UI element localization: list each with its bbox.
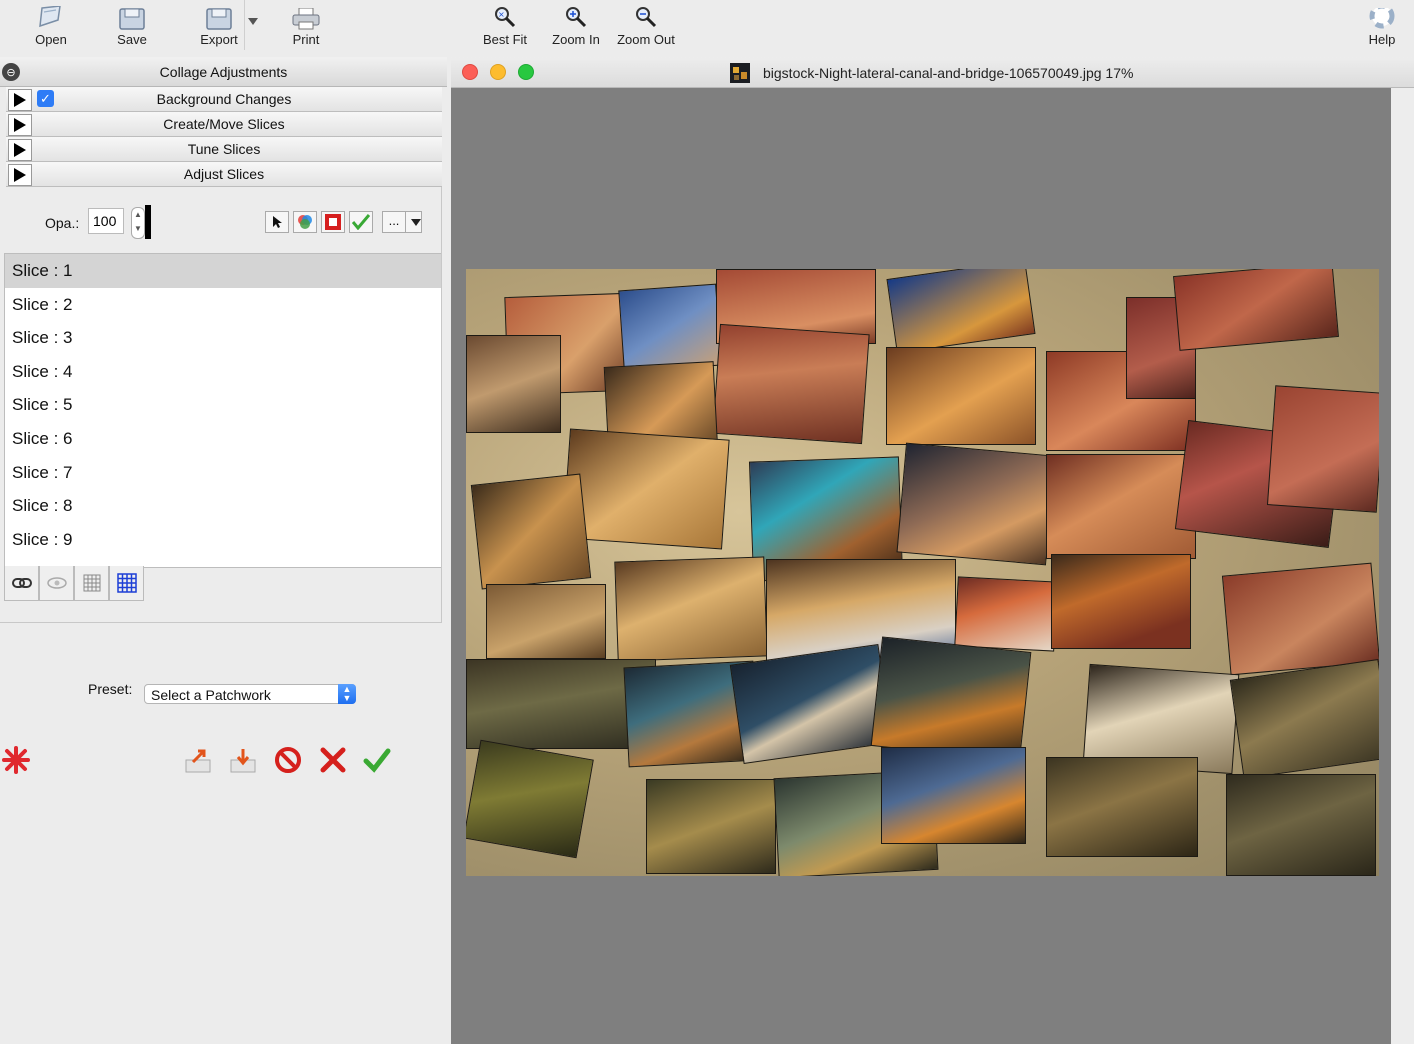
background-changes-checkbox[interactable]: ✓ bbox=[37, 90, 54, 107]
lifebuoy-icon bbox=[1369, 0, 1395, 30]
prohibited-icon bbox=[275, 747, 301, 773]
save-button[interactable]: Save bbox=[112, 0, 152, 56]
panel-border bbox=[441, 187, 442, 623]
list-item[interactable]: Slice : 7 bbox=[5, 456, 441, 490]
pointer-tool-button[interactable] bbox=[265, 211, 289, 233]
panel-divider bbox=[0, 622, 442, 623]
section-label: Adjust Slices bbox=[183, 166, 265, 182]
opacity-label: Opa.: bbox=[45, 215, 80, 231]
apply-tool-button[interactable] bbox=[349, 211, 373, 233]
frame-tool-button[interactable] bbox=[321, 211, 345, 233]
preset-value: Select a Patchwork bbox=[151, 687, 271, 703]
more-label: ... bbox=[383, 212, 406, 232]
zoom-out-button[interactable]: Zoom Out bbox=[613, 0, 679, 56]
list-tools bbox=[4, 566, 149, 601]
export-button[interactable]: Export bbox=[196, 0, 242, 56]
zoom-in-icon bbox=[564, 0, 588, 30]
list-item[interactable]: Slice : 3 bbox=[5, 321, 441, 355]
checkmark-icon bbox=[352, 214, 370, 230]
document-titlebar: bigstock-Night-lateral-canal-and-bridge-… bbox=[451, 57, 1414, 88]
eye-icon bbox=[46, 577, 67, 589]
collapse-panel-icon[interactable]: ⊖ bbox=[2, 63, 20, 81]
grid-icon bbox=[83, 574, 100, 592]
section-create-move-slices[interactable]: Create/Move Slices bbox=[6, 112, 442, 137]
export-menu-arrow[interactable] bbox=[244, 0, 261, 50]
ok-button[interactable] bbox=[361, 744, 393, 776]
print-button[interactable]: Print bbox=[286, 0, 326, 56]
list-item[interactable]: Slice : 6 bbox=[5, 422, 441, 456]
arrow-cursor-icon bbox=[273, 216, 282, 228]
section-tune-slices[interactable]: Tune Slices bbox=[6, 137, 442, 162]
color-swatch[interactable] bbox=[145, 205, 151, 239]
slice-list: Slice : 1 Slice : 2 Slice : 3 Slice : 4 … bbox=[4, 253, 442, 568]
export-preset-button[interactable] bbox=[182, 744, 214, 776]
select-arrows-icon: ▲ ▼ bbox=[338, 684, 356, 704]
blue-grid-icon bbox=[116, 573, 137, 593]
document-thumbnail-icon bbox=[730, 63, 750, 83]
tray-export-icon bbox=[185, 749, 211, 773]
help-button[interactable]: Help bbox=[1364, 0, 1400, 56]
random-button[interactable] bbox=[0, 744, 32, 776]
open-icon bbox=[36, 0, 66, 30]
section-adjust-slices[interactable]: Adjust Slices bbox=[6, 162, 442, 187]
grid-button[interactable] bbox=[74, 566, 109, 601]
best-fit-button[interactable]: × Best Fit bbox=[480, 0, 530, 56]
color-wheel-icon bbox=[298, 215, 312, 229]
chevron-down-icon bbox=[411, 218, 421, 226]
reset-button[interactable] bbox=[272, 744, 304, 776]
tray-import-icon bbox=[230, 749, 256, 773]
collage-adjustments-panel: ⊖ Collage Adjustments ✓ Background Chang… bbox=[0, 57, 447, 1044]
list-item[interactable]: Slice : 5 bbox=[5, 388, 441, 422]
panel-title: Collage Adjustments bbox=[159, 63, 288, 80]
preset-label: Preset: bbox=[88, 681, 133, 697]
disclosure-triangle-icon[interactable] bbox=[8, 139, 32, 161]
minimize-window-button[interactable] bbox=[490, 64, 506, 80]
link-icon bbox=[11, 578, 32, 588]
red-frame-icon bbox=[325, 214, 341, 230]
section-background-changes[interactable]: ✓ Background Changes bbox=[6, 87, 442, 112]
save-icon bbox=[119, 0, 145, 30]
zoom-in-button[interactable]: Zoom In bbox=[549, 0, 603, 56]
disclosure-triangle-icon[interactable] bbox=[8, 89, 32, 111]
section-label: Background Changes bbox=[156, 91, 292, 107]
section-label: Create/Move Slices bbox=[163, 116, 285, 132]
visibility-button[interactable] bbox=[39, 566, 74, 601]
import-preset-button[interactable] bbox=[227, 744, 259, 776]
collage-image[interactable] bbox=[466, 269, 1379, 876]
toolbar: Open Save Export Print × Best Fit Zoom I… bbox=[0, 0, 1414, 56]
preset-select[interactable]: Select a Patchwork ▲ ▼ bbox=[144, 684, 356, 704]
more-options-dropdown[interactable]: ... bbox=[382, 211, 422, 233]
red-asterisk-icon bbox=[2, 746, 30, 774]
magnifier-fit-icon: × bbox=[493, 0, 517, 30]
list-item[interactable]: Slice : 2 bbox=[5, 288, 441, 322]
disclosure-triangle-icon[interactable] bbox=[8, 164, 32, 186]
document-title: bigstock-Night-lateral-canal-and-bridge-… bbox=[763, 65, 1134, 81]
cancel-button[interactable] bbox=[317, 744, 349, 776]
zoom-window-button[interactable] bbox=[518, 64, 534, 80]
opacity-stepper[interactable]: ▲ ▼ bbox=[131, 207, 145, 239]
panel-header: ⊖ Collage Adjustments bbox=[0, 57, 447, 87]
list-item[interactable]: Slice : 9 bbox=[5, 523, 441, 557]
grid-blue-button[interactable] bbox=[109, 566, 144, 601]
list-item[interactable]: Slice : 4 bbox=[5, 355, 441, 389]
printer-icon bbox=[292, 0, 320, 30]
link-slices-button[interactable] bbox=[4, 566, 39, 601]
color-tool-button[interactable] bbox=[293, 211, 317, 233]
vertical-scroll-gutter[interactable] bbox=[1391, 88, 1414, 1044]
disclosure-triangle-icon[interactable] bbox=[8, 114, 32, 136]
image-canvas[interactable] bbox=[451, 88, 1391, 1044]
svg-text:×: × bbox=[498, 10, 505, 19]
section-label: Tune Slices bbox=[187, 141, 261, 157]
opacity-row: Opa.: ▲▼ ... bbox=[0, 203, 443, 247]
export-icon bbox=[206, 0, 232, 30]
close-icon bbox=[320, 747, 346, 773]
checkmark-icon bbox=[363, 748, 391, 773]
list-item[interactable]: Slice : 1 bbox=[5, 254, 441, 288]
open-button[interactable]: Open bbox=[30, 0, 72, 56]
close-window-button[interactable] bbox=[462, 64, 478, 80]
list-item[interactable]: Slice : 8 bbox=[5, 489, 441, 523]
zoom-out-icon bbox=[634, 0, 658, 30]
opacity-input[interactable] bbox=[88, 208, 124, 234]
